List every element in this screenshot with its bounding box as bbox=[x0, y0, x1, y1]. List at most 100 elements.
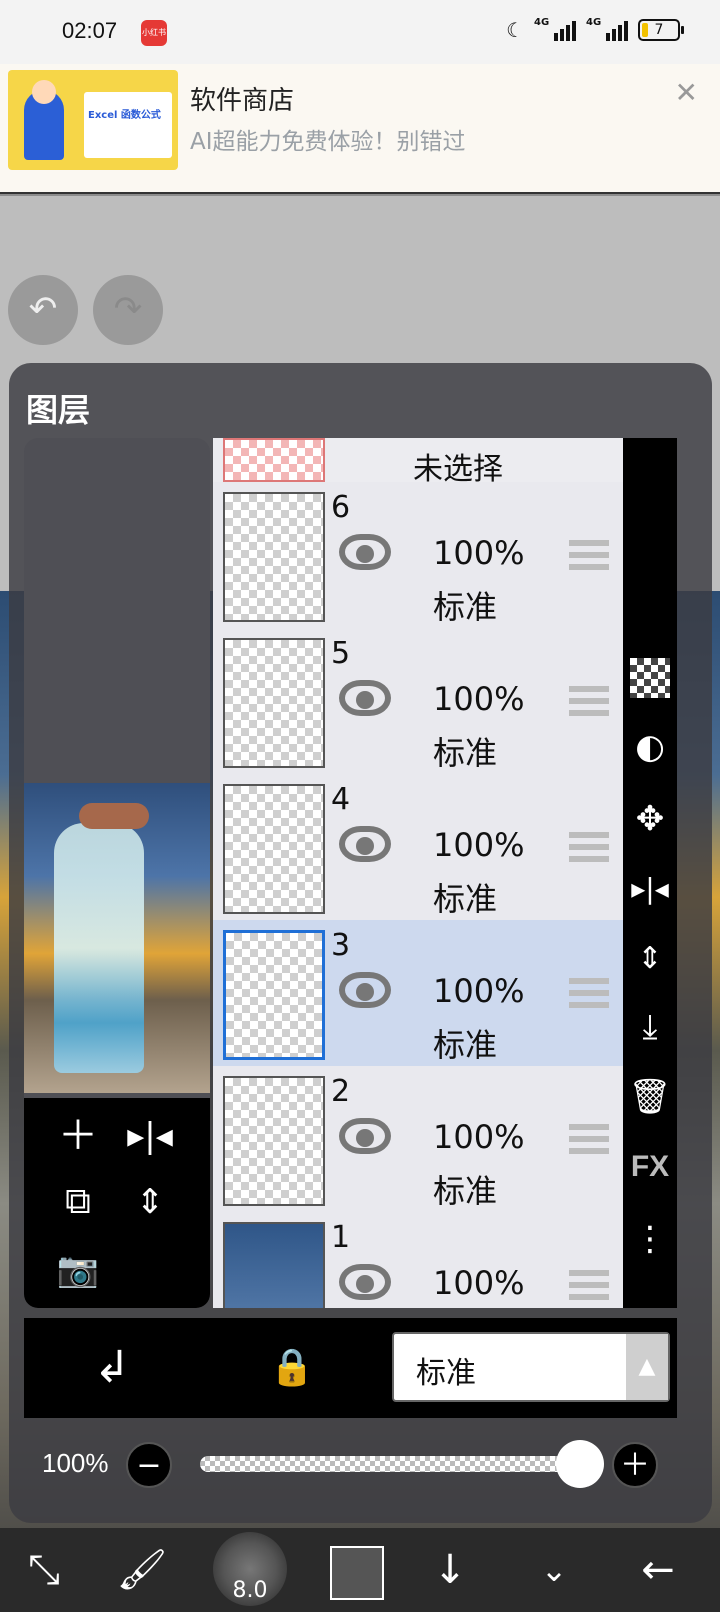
drag-handle-icon[interactable] bbox=[569, 540, 609, 574]
redo-button[interactable]: ↷ bbox=[93, 275, 163, 345]
chevron-down-icon[interactable]: ⌄ bbox=[524, 1528, 584, 1612]
drag-handle-icon[interactable] bbox=[569, 1124, 609, 1158]
battery-icon: 7 bbox=[638, 19, 684, 41]
visibility-eye-icon[interactable] bbox=[339, 972, 391, 1008]
brush-size-value: 8.0 bbox=[232, 1578, 268, 1603]
notification-thumbnail: Excel 函数公式 bbox=[8, 70, 178, 170]
arrow-down-icon[interactable]: ↓ bbox=[420, 1528, 480, 1612]
visibility-eye-icon[interactable] bbox=[339, 1118, 391, 1154]
more-options-icon[interactable]: ⋮ bbox=[623, 1212, 677, 1266]
blend-mode-value: 标准 bbox=[416, 1356, 476, 1391]
layer-blend-mode: 标准 bbox=[433, 1026, 498, 1064]
preview-figure bbox=[54, 823, 144, 1073]
flip-vertical-icon[interactable]: ⇕ bbox=[623, 932, 677, 986]
add-layer-icon[interactable]: ＋ bbox=[48, 1106, 108, 1166]
opacity-decrease-button[interactable]: − bbox=[126, 1442, 172, 1488]
signal-icon-1: 4G bbox=[534, 17, 576, 41]
visibility-eye-icon[interactable] bbox=[339, 1264, 391, 1300]
visibility-eye-icon[interactable] bbox=[339, 534, 391, 570]
close-icon[interactable]: ✕ bbox=[675, 76, 698, 109]
visibility-eye-icon[interactable] bbox=[339, 826, 391, 862]
transform-tools-icon[interactable]: ⤡ bbox=[14, 1528, 74, 1612]
merge-down-icon[interactable]: ⤓ bbox=[623, 1000, 677, 1054]
layer-number: 6 bbox=[331, 490, 351, 525]
layer-opacity: 100% bbox=[433, 1264, 525, 1302]
opacity-slider-knob[interactable] bbox=[556, 1440, 604, 1488]
layer-number: 1 bbox=[331, 1220, 351, 1255]
layer-preview-column: ＋ ▸|◂ ⧉ ⇕ 📷 bbox=[24, 438, 210, 1308]
layer-row-6[interactable]: 6 100% 标准 bbox=[213, 482, 623, 632]
flip-horizontal-icon[interactable]: ▸|◂ bbox=[623, 862, 677, 916]
layer-opacity: 100% bbox=[433, 680, 525, 718]
status-time: 02:07 bbox=[62, 18, 118, 43]
layer-thumbnail bbox=[223, 930, 325, 1060]
layer-row-3[interactable]: 3 100% 标准 bbox=[213, 920, 623, 1070]
drag-handle-icon[interactable] bbox=[569, 978, 609, 1012]
status-icons: ☾ 4G 4G 7 bbox=[506, 17, 684, 42]
layer-opacity: 100% bbox=[433, 534, 525, 572]
transparent-fill-icon[interactable] bbox=[630, 658, 670, 698]
drag-handle-icon[interactable] bbox=[569, 1270, 609, 1304]
layer-row-4[interactable]: 4 100% 标准 bbox=[213, 774, 623, 924]
layer-blend-mode: 标准 bbox=[433, 880, 498, 918]
drag-handle-icon[interactable] bbox=[569, 686, 609, 720]
layer-thumbnail bbox=[223, 638, 325, 768]
brush-size-button[interactable]: 8.0 bbox=[213, 1532, 287, 1606]
chevron-up-icon: ▲ bbox=[626, 1334, 668, 1400]
ad-card: Excel 函数公式 bbox=[84, 92, 172, 158]
opacity-label: 100% bbox=[42, 1448, 109, 1478]
duplicate-layer-icon[interactable]: ⧉ bbox=[48, 1172, 108, 1232]
layer-tool-grid: ＋ ▸|◂ ⧉ ⇕ 📷 bbox=[24, 1098, 210, 1308]
clipping-icon[interactable]: ◐ bbox=[623, 720, 677, 774]
layer-thumbnail bbox=[223, 438, 325, 482]
camera-icon[interactable]: 📷 bbox=[48, 1240, 108, 1300]
layer-opacity: 100% bbox=[433, 1118, 525, 1156]
flip-vertical-icon[interactable]: ⇕ bbox=[120, 1172, 180, 1232]
layer-options-bar: ↲ 🔒 标准 ▲ bbox=[24, 1318, 677, 1418]
brush-icon[interactable]: 🖌 bbox=[112, 1528, 172, 1612]
notification-subtitle: AI超能力免费体验！别错过 bbox=[190, 129, 466, 155]
layer-blend-mode: 标准 bbox=[433, 1172, 498, 1210]
do-not-disturb-icon: ☾ bbox=[506, 18, 524, 42]
back-arrow-icon[interactable]: ← bbox=[628, 1528, 688, 1612]
panel-title: 图层 bbox=[26, 391, 91, 429]
signal-icon-2: 4G bbox=[586, 17, 628, 41]
notification-banner[interactable]: Excel 函数公式 软件商店 AI超能力免费体验！别错过 ✕ bbox=[0, 64, 720, 194]
layer-list: 未选择 6 100% 标准 5 100% 标准 4 100% 标准 3 100%… bbox=[213, 438, 623, 1308]
preview-hat bbox=[79, 803, 149, 829]
app-badge: 小红书 bbox=[141, 20, 167, 46]
main-toolbar: ⤡ 🖌 8.0 ↓ ⌄ ← bbox=[0, 1528, 720, 1612]
flip-horizontal-icon[interactable]: ▸|◂ bbox=[120, 1106, 180, 1166]
delete-layer-icon[interactable]: 🗑 bbox=[623, 1070, 677, 1124]
fx-icon[interactable]: FX bbox=[623, 1140, 677, 1194]
opacity-slider-track[interactable] bbox=[200, 1456, 600, 1472]
visibility-eye-icon[interactable] bbox=[339, 680, 391, 716]
color-swatch[interactable] bbox=[330, 1546, 384, 1600]
layer-opacity: 100% bbox=[433, 972, 525, 1010]
layer-blend-mode: 标准 bbox=[433, 588, 498, 626]
undo-button[interactable]: ↶ bbox=[8, 275, 78, 345]
ad-card-text: Excel 函数公式 bbox=[88, 110, 161, 121]
blend-mode-select[interactable]: 标准 ▲ bbox=[392, 1332, 670, 1402]
move-icon[interactable]: ✥ bbox=[623, 792, 677, 846]
clip-to-below-icon[interactable]: ↲ bbox=[82, 1338, 142, 1398]
layer-row-1[interactable]: 1 100% 标准 bbox=[213, 1212, 623, 1308]
layer-number: 4 bbox=[331, 782, 351, 817]
layer-row-5[interactable]: 5 100% 标准 bbox=[213, 628, 623, 778]
person-head bbox=[32, 80, 56, 104]
status-bar: 02:07 小红书 ☾ 4G 4G 7 bbox=[0, 0, 720, 64]
alpha-lock-icon[interactable]: 🔒 bbox=[262, 1338, 322, 1398]
layer-opacity: 100% bbox=[433, 826, 525, 864]
drag-handle-icon[interactable] bbox=[569, 832, 609, 866]
notification-title: 软件商店 bbox=[190, 86, 295, 116]
layer-thumbnail bbox=[223, 784, 325, 914]
layer-number: 2 bbox=[331, 1074, 351, 1109]
layer-thumbnail bbox=[223, 492, 325, 622]
layer-preview-image bbox=[24, 783, 210, 1093]
layer-row-2[interactable]: 2 100% 标准 bbox=[213, 1066, 623, 1216]
layer-thumbnail bbox=[223, 1076, 325, 1206]
layer-blend-mode: 标准 bbox=[433, 734, 498, 772]
opacity-increase-button[interactable]: ＋ bbox=[612, 1442, 658, 1488]
layer-number: 3 bbox=[331, 928, 351, 963]
layer-number: 5 bbox=[331, 636, 351, 671]
